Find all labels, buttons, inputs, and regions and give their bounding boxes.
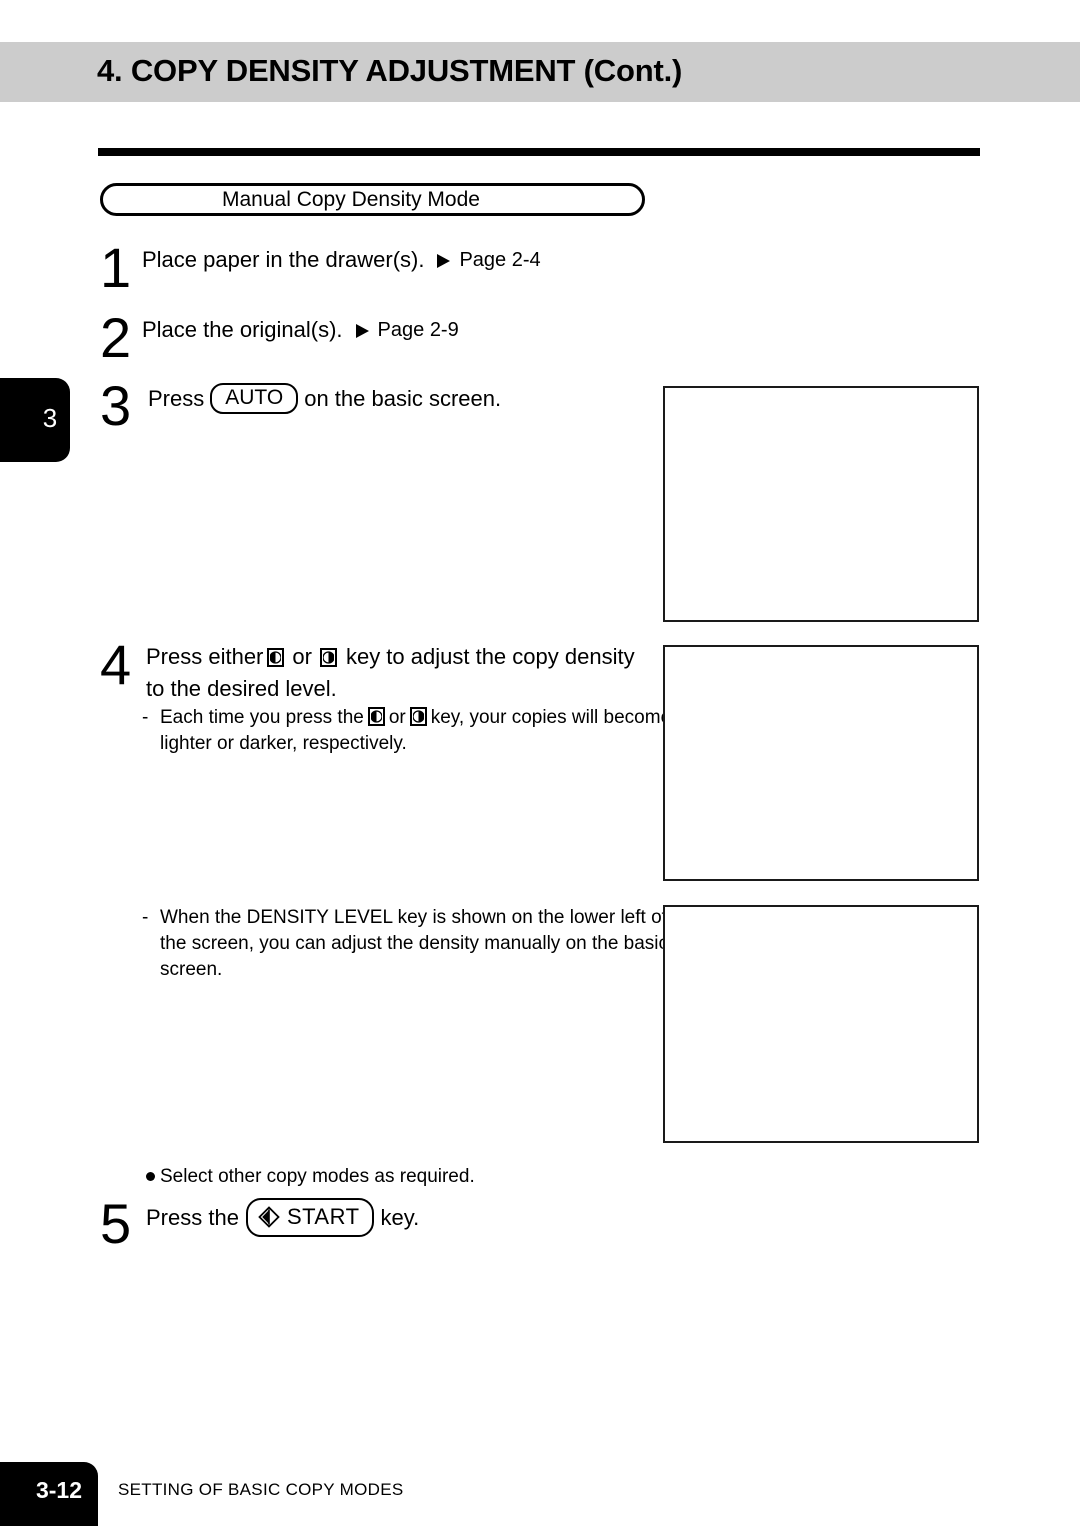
start-diamond-icon: [258, 1206, 280, 1228]
step-4-body: Press either or key to adjust the copy d…: [146, 642, 635, 704]
density-darker-key-icon[interactable]: [319, 647, 337, 667]
step-2-text: Place the original(s).: [142, 317, 343, 342]
note-2: - When the DENSITY LEVEL key is shown on…: [142, 905, 672, 983]
step-4-text-before: Press either: [146, 644, 264, 669]
footer-section-text: SETTING OF BASIC COPY MODES: [118, 1480, 404, 1499]
note-1-line-2: lighter or darker, respectively.: [160, 733, 407, 754]
step-3-body: Press AUTO on the basic screen.: [148, 383, 501, 414]
step-5-text-after: key.: [380, 1204, 420, 1230]
half-circle-right-glyph: [322, 650, 334, 664]
bullet-dot-icon: [146, 1172, 155, 1181]
half-circle-right-glyph: [412, 710, 424, 723]
illustration-box-density-adjust-keys-screen: [663, 645, 979, 881]
half-circle-left-glyph: [370, 710, 382, 723]
step-number-4: 4: [100, 633, 131, 696]
step-5-text-before: Press the: [146, 1204, 239, 1230]
step-1-page-ref: Page 2-4: [459, 249, 541, 271]
density-lighter-key-icon[interactable]: [367, 707, 385, 726]
auto-key-button[interactable]: AUTO: [210, 383, 299, 414]
step-1-body: Place paper in the drawer(s). Page 2-4: [142, 245, 541, 275]
page-title: 4. COPY DENSITY ADJUSTMENT (Cont.): [97, 53, 683, 88]
note-2-line-3: screen.: [160, 959, 223, 980]
step-4-text-after: key to adjust the copy density: [345, 644, 635, 669]
footer-page-number: 3-12: [35, 1477, 83, 1503]
note-1-part2: or: [388, 707, 406, 728]
note-1-part1: Each time you press the: [160, 707, 364, 728]
step-3-text-before: Press: [148, 385, 205, 411]
start-key-button[interactable]: START: [245, 1198, 374, 1237]
bullet-note: Select other copy modes as required.: [146, 1165, 475, 1189]
step-number-5: 5: [100, 1192, 131, 1255]
chapter-tab-label: 3: [42, 403, 58, 433]
note-1-line-1: Each time you press the or key, your copie…: [160, 705, 672, 731]
step-number-1: 1: [100, 236, 131, 299]
step-4-line2: to the desired level.: [146, 676, 337, 701]
step-number-3: 3: [100, 374, 131, 437]
step-2-body: Place the original(s). Page 2-9: [142, 315, 459, 345]
note-1-dash: -: [142, 707, 149, 728]
note-2-dash: -: [142, 907, 149, 928]
density-darker-key-icon[interactable]: [409, 707, 427, 726]
step-3-text-after: on the basic screen.: [304, 385, 502, 411]
bullet-note-text: Select other copy modes as required.: [160, 1166, 475, 1187]
step-5-body: Press the START key.: [146, 1198, 419, 1237]
note-2-line-1: When the DENSITY LEVEL key is shown on t…: [160, 907, 667, 928]
half-circle-left-glyph: [270, 650, 282, 664]
step-1-text: Place paper in the drawer(s).: [142, 247, 425, 272]
note-1: - Each time you press the or key, your cop…: [142, 705, 672, 757]
page-pointer-icon: [437, 254, 451, 268]
illustration-box-density-level-key-screen: [663, 905, 979, 1143]
note-1-part3: key, your copies will become: [430, 707, 672, 728]
step-4-text-mid: or: [292, 644, 312, 669]
section-pill-label: Manual Copy Density Mode: [222, 188, 480, 211]
illustration-box-basic-screen-auto-density: [663, 386, 979, 622]
step-number-2: 2: [100, 306, 131, 369]
page-pointer-icon: [355, 324, 369, 338]
note-2-line-2: the screen, you can adjust the density m…: [160, 933, 669, 954]
density-lighter-key-icon[interactable]: [267, 647, 285, 667]
step-2-page-ref: Page 2-9: [377, 319, 459, 341]
divider-rule: [98, 148, 980, 156]
start-key-label: START: [286, 1204, 360, 1229]
